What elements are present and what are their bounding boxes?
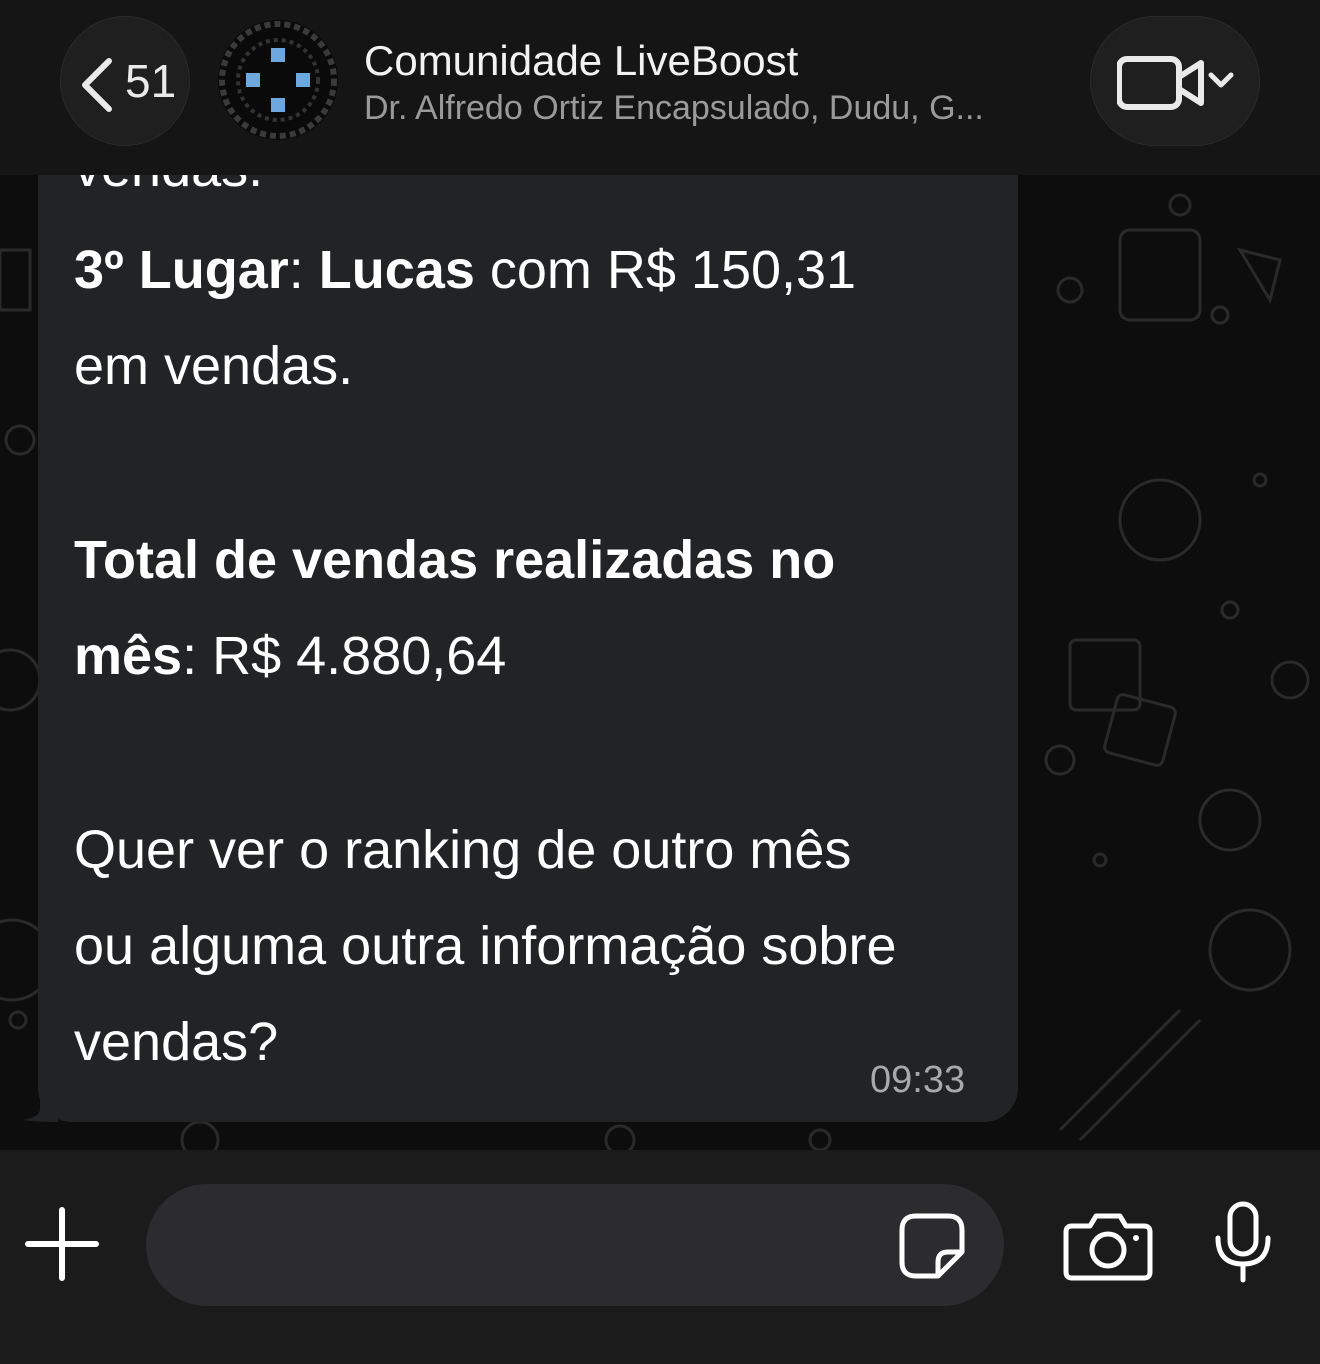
chat-title[interactable]: Comunidade LiveBoost [364,36,798,86]
message-total-label: Total de vendas realizadas no [74,530,836,590]
unread-count: 51 [125,55,177,107]
group-avatar[interactable] [216,18,340,142]
camera-icon[interactable] [1062,1204,1154,1284]
message-total-value: mês: R$ 4.880,64 [74,626,507,686]
total-amount: R$ 4.880,64 [212,626,507,686]
microphone-icon[interactable] [1208,1198,1278,1288]
message-input[interactable] [146,1184,1004,1306]
chat-header: 51 Comunidade LiveBoost Dr. Alfredo Orti… [0,0,1320,175]
video-call-button[interactable] [1090,16,1260,146]
message-question-line1: Quer ver o ranking de outro mês [74,820,852,880]
bubble-tail [22,1080,58,1122]
message-question-line2: ou alguma outra informação sobre [74,916,897,976]
video-camera-icon [1117,56,1234,110]
message-question-line3: vendas? [74,1012,279,1072]
back-button[interactable]: 51 [60,16,190,146]
chat-participants[interactable]: Dr. Alfredo Ortiz Encapsulado, Dudu, G..… [364,86,1064,130]
plus-icon[interactable] [22,1204,102,1284]
third-place-name: Lucas [318,240,475,300]
third-place-label: 3º Lugar [74,240,289,300]
third-place-amount: com R$ 150,31 [474,240,857,300]
chevron-left-icon [82,58,112,112]
message-timestamp: 09:33 [870,1059,966,1101]
message-third-place-line2: em vendas. [74,336,354,396]
message-third-place: 3º Lugar: Lucas com R$ 150,31 [74,240,857,300]
sticker-icon[interactable] [892,1206,972,1286]
